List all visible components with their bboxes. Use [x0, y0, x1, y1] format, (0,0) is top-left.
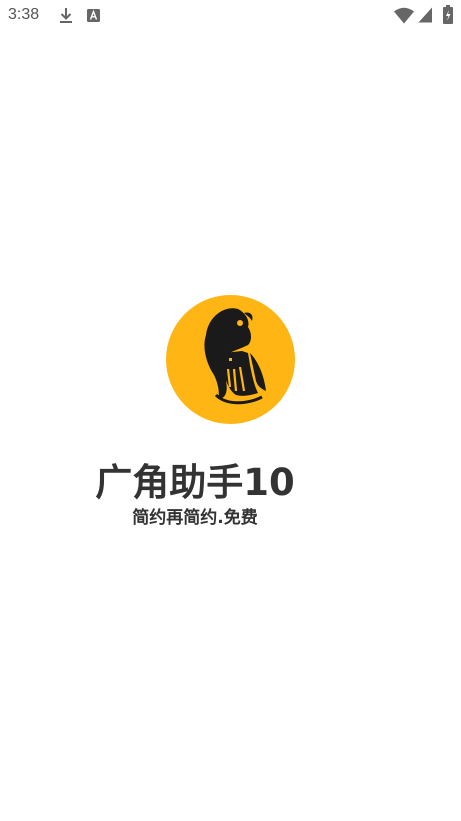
keyboard-a-icon: [87, 9, 100, 22]
download-icon: [60, 8, 72, 23]
status-bar: 3:38: [0, 0, 461, 32]
app-logo: [166, 295, 295, 424]
battery-icon: [443, 5, 453, 24]
wifi-icon: [394, 7, 414, 24]
app-name: 广角助手10: [95, 461, 295, 504]
app-slogan: 简约再简约.免费: [132, 508, 258, 528]
status-time: 3:38: [8, 6, 40, 23]
signal-icon: [418, 7, 432, 23]
